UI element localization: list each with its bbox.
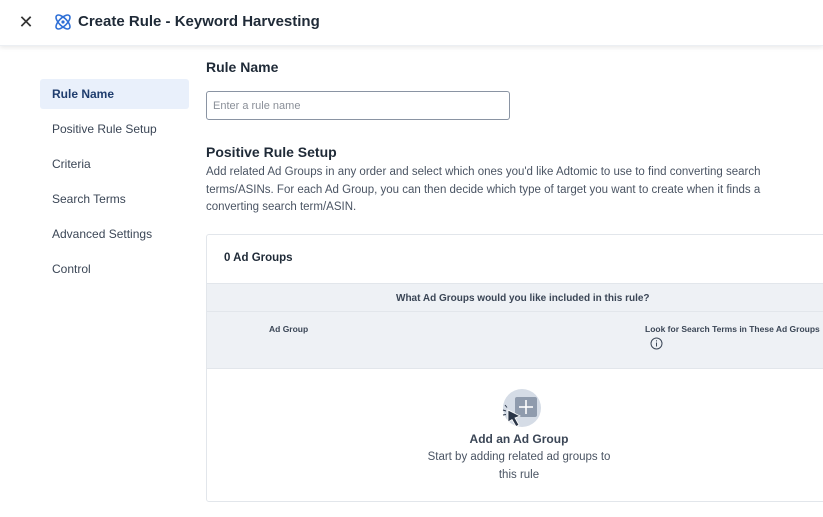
add-ad-group-description: Start by adding related ad groups to thi… <box>427 451 611 481</box>
page-title: Create Rule - Keyword Harvesting <box>78 13 320 30</box>
sidebar-nav: Rule Name Positive Rule Setup Criteria S… <box>40 79 189 289</box>
add-cursor-icon[interactable] <box>494 388 544 434</box>
positive-rule-setup-heading: Positive Rule Setup <box>206 144 337 160</box>
adtomic-logo-icon <box>55 14 71 30</box>
positive-rule-setup-description: Add related Ad Groups in any order and s… <box>206 166 761 213</box>
column-look-for-search-terms: Look for Search Terms in These Ad Groups <box>645 324 820 334</box>
sidebar-item-advanced-settings[interactable]: Advanced Settings <box>40 219 189 249</box>
rule-name-heading: Rule Name <box>206 59 279 75</box>
question-row: What Ad Groups would you like included i… <box>207 283 823 312</box>
sidebar-item-control[interactable]: Control <box>40 254 189 284</box>
sidebar-item-positive-rule-setup[interactable]: Positive Rule Setup <box>40 114 189 144</box>
sidebar-item-rule-name[interactable]: Rule Name <box>40 79 189 109</box>
rule-name-input[interactable] <box>206 91 510 120</box>
sidebar-item-criteria[interactable]: Criteria <box>40 149 189 179</box>
info-icon[interactable] <box>650 337 663 350</box>
top-bar: ✕ Create Rule - Keyword Harvesting <box>0 0 823 46</box>
table-header: Ad Group Look for Search Terms in These … <box>207 312 823 369</box>
add-ad-group-title[interactable]: Add an Ad Group <box>207 432 823 446</box>
sidebar-item-search-terms[interactable]: Search Terms <box>40 184 189 214</box>
close-icon[interactable]: ✕ <box>16 12 36 32</box>
ad-groups-panel: 0 Ad Groups What Ad Groups would you lik… <box>206 234 823 502</box>
ad-group-count: 0 Ad Groups <box>224 252 293 264</box>
question-text: What Ad Groups would you like included i… <box>396 293 650 304</box>
column-ad-group: Ad Group <box>269 324 309 334</box>
